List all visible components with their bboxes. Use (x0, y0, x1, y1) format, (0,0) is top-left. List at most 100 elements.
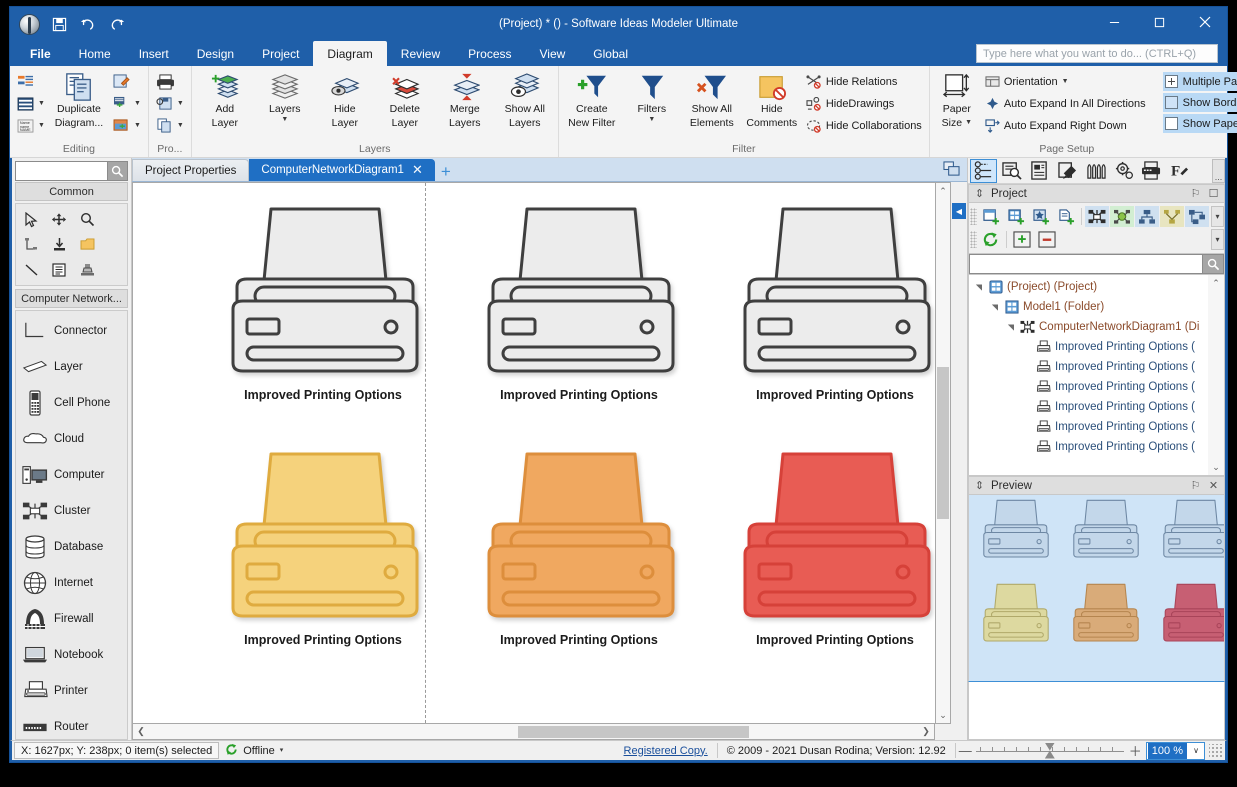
show-all-elements-button[interactable]: Show All Elements (683, 69, 741, 131)
chevron-down-icon[interactable]: ▼ (1062, 78, 1069, 85)
chevron-down-icon[interactable]: ▼ (134, 122, 141, 129)
expand-toggle-icon[interactable]: ◢ (1006, 322, 1015, 333)
vscroll-thumb[interactable] (937, 366, 949, 520)
chevron-down-icon[interactable]: ▼ (177, 122, 184, 129)
project-tree-icon[interactable] (970, 158, 997, 183)
orientation-button[interactable]: Orientation ▼ (982, 71, 1149, 92)
documentation-icon[interactable] (1026, 159, 1053, 183)
float-icon[interactable]: ☐ (1207, 187, 1220, 200)
line-icon[interactable] (18, 258, 44, 281)
delete-layer-button[interactable]: Delete Layer (376, 69, 434, 131)
registered-copy-link[interactable]: Registered Copy. (618, 742, 714, 759)
save-icon[interactable] (49, 14, 69, 34)
panel-dropdown-icon[interactable]: ⇕ (973, 479, 986, 492)
output-icon[interactable] (1138, 159, 1165, 183)
doc-tab-computer-network-diagram1[interactable]: ComputerNetworkDiagram1 ✕ (249, 159, 435, 181)
zoom-slider[interactable] (975, 742, 1124, 759)
scroll-up-icon[interactable]: ⌃ (1208, 275, 1224, 291)
insert-icon[interactable] (46, 233, 72, 256)
project-tree-scrollbar[interactable]: ⌃ ⌄ (1208, 275, 1224, 475)
copy-diagram-button[interactable]: ▼ (153, 115, 187, 136)
print-button[interactable] (153, 71, 187, 92)
preview-canvas[interactable] (968, 494, 1225, 682)
project-search-input[interactable] (969, 254, 1202, 274)
zoom-icon[interactable] (74, 208, 100, 231)
pointer-icon[interactable] (18, 208, 44, 231)
ribbon-tab-diagram[interactable]: Diagram (313, 41, 387, 66)
hide-drawings-button[interactable]: HideDrawings (803, 93, 925, 114)
toolbox-item-notebook[interactable]: Notebook (16, 637, 127, 673)
diagram-shape-printer[interactable]: Improved Printing Options (225, 446, 421, 647)
ribbon-tab-process[interactable]: Process (454, 41, 525, 66)
ribbon-tab-insert[interactable]: Insert (125, 41, 183, 66)
auto-expand-right-down-button[interactable]: Auto Expand Right Down (982, 115, 1149, 136)
toolbox-item-database[interactable]: Database (16, 529, 127, 565)
new-document-icon[interactable] (1054, 206, 1078, 227)
find-icon[interactable] (998, 159, 1025, 183)
stamp-icon[interactable] (74, 258, 100, 281)
toolbox-common-header[interactable]: Common (15, 182, 128, 201)
hscroll-thumb[interactable] (518, 725, 749, 738)
add-element-button[interactable]: ▼ (110, 93, 144, 114)
maximize-button[interactable] (1137, 7, 1182, 37)
edit-diagram-button[interactable] (110, 71, 144, 92)
save-as-button[interactable]: ▼ (153, 93, 187, 114)
palette-icon[interactable] (1082, 159, 1109, 183)
hide-collaborations-button[interactable]: Hide Collaborations (803, 115, 925, 136)
toolbox-item-cloud[interactable]: Cloud (16, 421, 127, 457)
toolbar-grip[interactable] (970, 231, 977, 248)
tree-node[interactable]: Improved Printing Options ( (969, 437, 1208, 457)
move-icon[interactable] (46, 208, 72, 231)
ribbon-tab-view[interactable]: View (526, 41, 580, 66)
styles-icon[interactable] (1054, 159, 1081, 183)
cluster-type-icon[interactable] (1110, 206, 1134, 227)
toolbox-item-cluster[interactable]: Cluster (16, 493, 127, 529)
diagram-name-button[interactable]: Name name NAME ▼ (14, 115, 48, 136)
text-icon[interactable] (46, 258, 72, 281)
settings-icon[interactable] (1110, 159, 1137, 183)
toolbox-item-internet[interactable]: Internet (16, 565, 127, 601)
chevron-down-icon[interactable]: ▼ (281, 116, 288, 123)
create-new-filter-button[interactable]: Create New Filter (563, 69, 621, 131)
search-icon[interactable] (1202, 254, 1224, 274)
panel-dropdown-icon[interactable]: ⇕ (973, 187, 986, 200)
add-tab-button[interactable]: + (435, 163, 457, 181)
tree-node[interactable]: ◢ ComputerNetworkDiagram1 (Di (969, 317, 1208, 337)
diagram-shape-printer[interactable]: Improved Printing Options (737, 201, 933, 402)
resize-grip[interactable] (1209, 743, 1223, 758)
ribbon-tab-review[interactable]: Review (387, 41, 454, 66)
ribbon-tab-project[interactable]: Project (248, 41, 313, 66)
tree-node[interactable]: Improved Printing Options ( (969, 417, 1208, 437)
hide-comments-button[interactable]: Hide Comments (743, 69, 801, 131)
minimize-button[interactable] (1092, 7, 1137, 37)
tree-node[interactable]: Improved Printing Options ( (969, 337, 1208, 357)
status-connection[interactable]: Offline ▾ (219, 742, 289, 759)
add-layer-button[interactable]: Add Layer (196, 69, 254, 131)
ribbon-tab-design[interactable]: Design (183, 41, 248, 66)
scroll-right-icon[interactable]: ❯ (918, 724, 934, 739)
scroll-up-icon[interactable]: ⌃ (936, 183, 950, 199)
collapse-right-dock-button[interactable]: ◀ (952, 203, 966, 219)
chevron-down-icon[interactable]: ▼ (38, 100, 45, 107)
show-paper-checkbox[interactable]: Show Paper (1162, 114, 1237, 133)
toolbar-overflow-button[interactable]: ▾ (1211, 206, 1224, 227)
structure-icon[interactable] (1185, 206, 1209, 227)
chevron-down-icon[interactable]: ∨ (1188, 746, 1204, 755)
hierarchy-icon[interactable] (1135, 206, 1159, 227)
layers-button[interactable]: Layers ▼ (256, 69, 314, 131)
diagram-shape-printer[interactable]: Improved Printing Options (481, 446, 677, 647)
diagram-shape-printer[interactable]: Improved Printing Options (481, 201, 677, 402)
redo-icon[interactable] (107, 14, 127, 34)
chevron-down-icon[interactable]: ▼ (648, 116, 655, 123)
windows-list-icon[interactable] (938, 157, 965, 181)
toolbox-item-printer[interactable]: Printer (16, 673, 127, 709)
scroll-left-icon[interactable]: ❮ (133, 724, 149, 739)
show-all-layers-button[interactable]: Show All Layers (496, 69, 554, 131)
dock-more-button[interactable]: ... (1212, 158, 1225, 183)
project-tree[interactable]: ◢ (Project) (Project) ◢ Model1 (Folder) ◢ Com… (968, 274, 1225, 476)
duplicate-diagram-button[interactable]: Duplicate Diagram... (50, 69, 108, 131)
toolbar-grip[interactable] (970, 208, 977, 225)
tree-node[interactable]: Improved Printing Options ( (969, 397, 1208, 417)
diagram-canvas[interactable]: Improved Printing Options Improved Print… (132, 182, 935, 724)
new-model-icon[interactable] (1004, 206, 1028, 227)
